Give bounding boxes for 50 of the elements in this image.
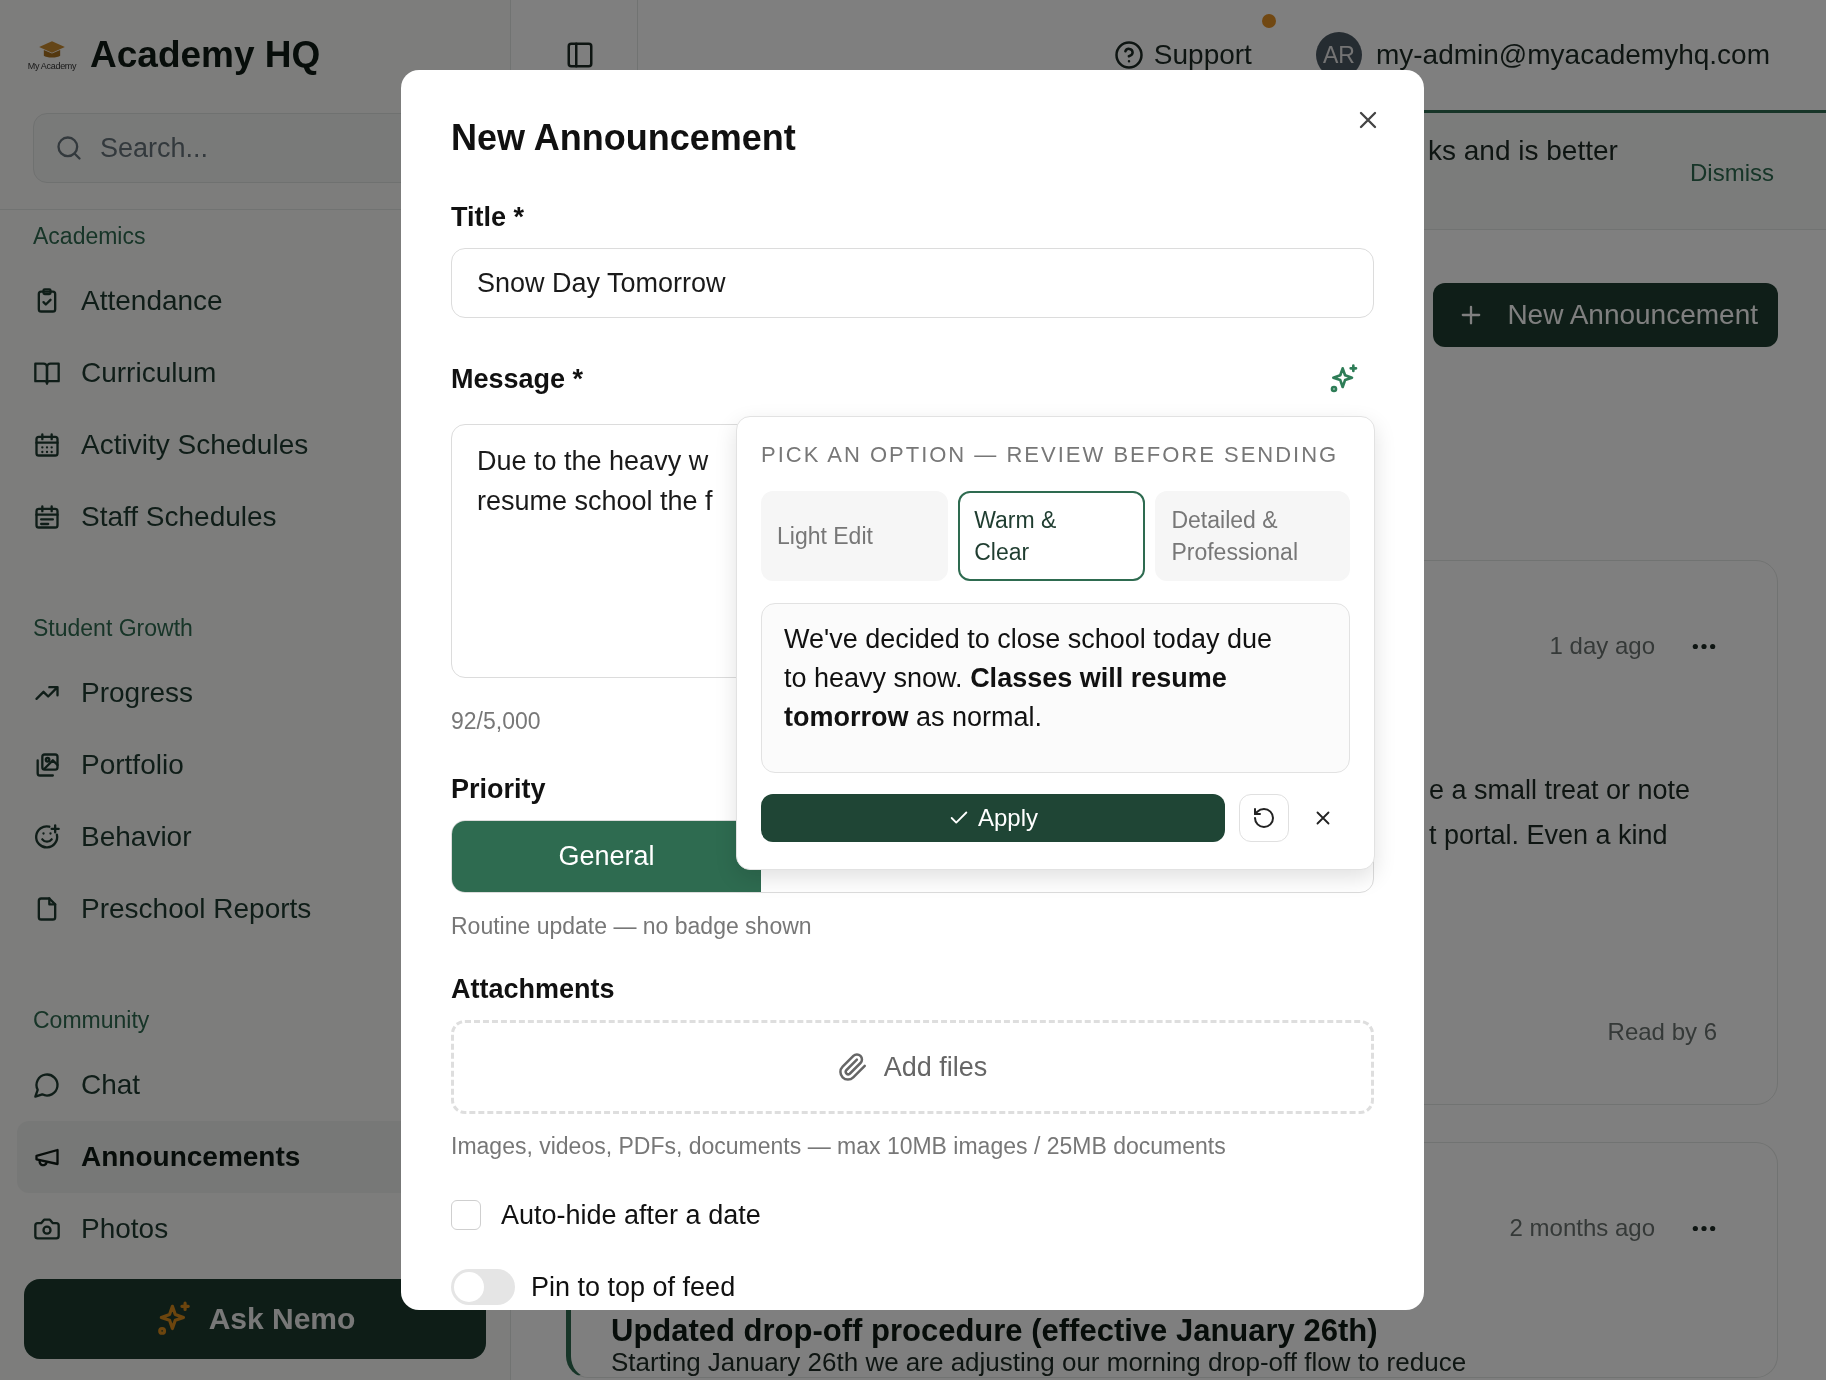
calendar-icon [33, 503, 61, 531]
help-icon [1113, 40, 1144, 70]
toggle-switch[interactable] [451, 1269, 515, 1305]
priority-option[interactable]: General [452, 821, 761, 892]
new-announcement-button[interactable]: New Announcement [1433, 283, 1778, 347]
title-input[interactable]: Snow Day Tomorrow [451, 248, 1374, 318]
checkbox[interactable] [451, 1200, 481, 1230]
announcement-title: Updated drop-off procedure (effective January 26th) [610, 1315, 1379, 1347]
file-drop-zone[interactable]: Add files [451, 1020, 1374, 1114]
priority-hint: Routine update — no badge shown [451, 912, 812, 941]
field-label: Attachments [451, 973, 615, 1006]
nav-item[interactable]: Photos [17, 1193, 499, 1265]
panel-icon [565, 40, 595, 70]
popover-heading: PICK AN OPTION — REVIEW BEFORE SENDING [761, 441, 1340, 469]
more-options-icon[interactable] [1691, 1224, 1717, 1232]
dismiss-link[interactable]: Dismiss [1690, 113, 1774, 229]
rotate-icon [1252, 806, 1276, 830]
body-text: Starting January 26th we are adjusting our morning drop-off flow to reduce [611, 1347, 1468, 1377]
option-label: Pin to top of feed [531, 1271, 736, 1303]
field-label: Title * [451, 201, 525, 234]
regenerate-button[interactable] [1239, 794, 1289, 842]
section-heading: Academics [32, 222, 146, 251]
calendar-icon [33, 431, 61, 459]
smiley-icon [33, 823, 61, 851]
paperclip-icon [837, 1052, 868, 1082]
sparkle-icon [1328, 363, 1360, 395]
body-text: e a small treat or note [1429, 774, 1692, 807]
tone-option[interactable]: Detailed & Professional [1155, 491, 1350, 581]
user-email[interactable]: my-admin@myacademyhq.com [1375, 39, 1770, 71]
field-label: Message * [451, 363, 584, 396]
character-count: 92/5,000 [451, 707, 541, 736]
field-label: Priority [451, 773, 546, 806]
more-options-icon[interactable] [1691, 642, 1717, 650]
rewrite-preview: We've decided to close school today due to heavy snow. Classes will resume tomorrow as normal. [761, 603, 1350, 773]
tone-option[interactable]: Light Edit [761, 491, 949, 581]
body-text: t portal. Even a kind [1429, 819, 1669, 852]
option-label: Auto-hide after a date [501, 1199, 761, 1231]
logo-text: My Academy [27, 60, 77, 71]
tone-option[interactable]: Warm & Clear [958, 491, 1146, 581]
ask-button[interactable]: Ask Nemo [24, 1279, 486, 1359]
timestamp: 2 months ago [1509, 1214, 1655, 1242]
section-heading: Student Growth [32, 614, 193, 643]
apply-button[interactable]: Apply [761, 794, 1225, 842]
app-name: Academy HQ [90, 34, 321, 76]
read-count: Read by 6 [1606, 1018, 1717, 1046]
timestamp: 1 day ago [1549, 632, 1655, 660]
banner-text: ks and is better [1428, 134, 1618, 168]
speech-bubble-icon [33, 1071, 61, 1099]
support-link[interactable]: Support [1113, 39, 1252, 71]
section-heading: Community [32, 1006, 150, 1035]
